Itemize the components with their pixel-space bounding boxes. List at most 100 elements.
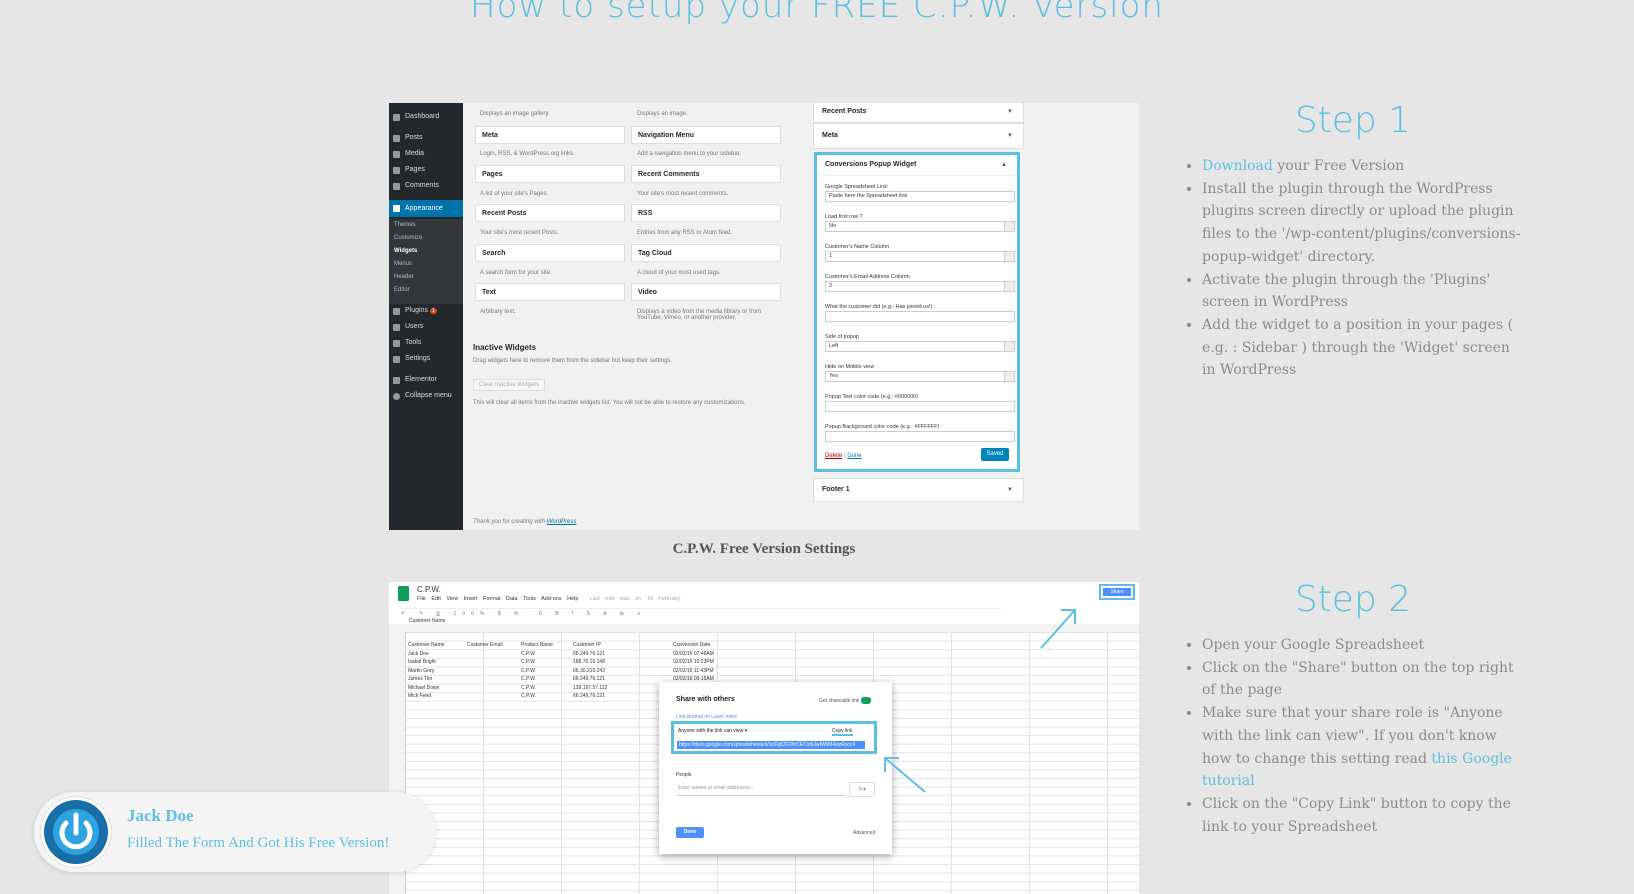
wp-menu-media: Media: [389, 147, 463, 161]
share-dialog: Share with others Get shareable link Lin…: [659, 682, 892, 854]
sheets-logo-icon: [398, 586, 409, 601]
field-label: Google Spreadsheet Link:: [825, 184, 889, 190]
widget-desc: A list of your site's Pages.: [480, 191, 549, 197]
sheet-toolbar: C.P.W. File Edit View Insert Format Data…: [389, 582, 1139, 625]
widget-video: Video: [631, 283, 781, 301]
wp-menu-dashboard: Dashboard: [389, 110, 463, 124]
header-cell: Product Name: [521, 642, 553, 648]
table-cell: Jack Doe: [408, 651, 429, 657]
download-link[interactable]: Download: [1202, 158, 1273, 174]
popup-name: Jack Doe: [127, 806, 194, 825]
widget-rss: RSS: [631, 204, 781, 222]
header-cell: Customer IP: [573, 642, 601, 648]
header-cell: Customer Email: [467, 642, 503, 648]
hide-mobile-select: Yes: [825, 371, 1015, 382]
link-box-highlight: Anyone with the link can view ▾ Copy lin…: [671, 721, 877, 754]
table-cell: Martin Grey: [408, 668, 435, 674]
wp-admin-sidebar: Dashboard Posts Media Pages Comments App…: [389, 103, 463, 530]
people-input: Enter names or email addresses...: [676, 782, 846, 796]
step-1-section: Step 1 Download your Free Version Instal…: [1183, 100, 1523, 382]
field-label: Side of popup: [825, 334, 859, 340]
table-cell: C.P.W.: [521, 693, 536, 699]
background-color-input: [825, 431, 1015, 442]
share-done-button: Done: [676, 827, 704, 838]
widget-desc: Login, RSS, & WordPress.org links.: [480, 151, 575, 157]
step-2-item: Make sure that your share role is "Anyon…: [1202, 702, 1523, 793]
table-cell: 139.197.57.112: [573, 685, 608, 691]
field-label: Load first row ?: [825, 214, 863, 220]
wp-menu-elementor: Elementor: [389, 373, 463, 387]
footer-credit: Thank you for creating with WordPress: [473, 519, 577, 525]
step-2-section: Step 2 Open your Google Spreadsheet Clic…: [1183, 579, 1523, 838]
step-2-item: Open your Google Spreadsheet: [1202, 634, 1523, 657]
header-cell: Conversion Date: [673, 642, 711, 648]
arrow-to-link-icon: [884, 757, 926, 793]
people-label: People: [676, 772, 692, 778]
widget-desc: A search form for your site.: [480, 270, 552, 276]
table-cell: C.P.W.: [521, 668, 536, 674]
wp-sub-themes: Themes: [394, 222, 416, 228]
step-2-item: Click on the "Copy Link" button to copy …: [1202, 793, 1523, 838]
page-heading: How to setup your FREE C.P.W. Version: [470, 0, 1164, 26]
name-column-select: 1: [825, 251, 1015, 262]
sheet-menu: File Edit View Insert Format Data Tools …: [417, 596, 681, 602]
table-cell: Mick Feed: [408, 693, 432, 699]
spreadsheet-screenshot: C.P.W. File Edit View Insert Format Data…: [389, 582, 1139, 894]
advanced-link: Advanced: [853, 830, 876, 836]
wp-sub-editor: Editor: [394, 287, 410, 293]
email-column-select: 2: [825, 281, 1015, 292]
step-1-title: Step 1: [1294, 100, 1412, 141]
widget-desc: Entries from any RSS or Atom feed.: [637, 230, 733, 236]
widget-recent-comments: Recent Comments: [631, 165, 781, 183]
cpw-widget-title: Conversions Popup Widget: [825, 161, 917, 168]
header-cell: Customer Name: [408, 642, 445, 648]
wp-widgets-screenshot: Dashboard Posts Media Pages Comments App…: [389, 103, 1139, 530]
share-button: Share: [1103, 588, 1131, 596]
edit-permission-icon: ✎▾: [849, 782, 875, 797]
widget-search: Search: [475, 244, 625, 262]
wp-menu-pages: Pages: [389, 163, 463, 177]
inactive-widgets-desc: Drag widgets here to remove them from th…: [473, 358, 673, 364]
sheet-doc-title: C.P.W.: [417, 585, 441, 594]
table-cell: 02/02/16 10:23PM: [673, 659, 714, 665]
wp-sub-menus: Menus: [394, 261, 413, 267]
table-cell: C.P.W.: [521, 676, 536, 682]
step-1-item: Activate the plugin through the 'Plugins…: [1202, 269, 1523, 314]
widget-desc: Add a navigation menu to your sidebar.: [637, 151, 742, 157]
clear-inactive-widgets-button: Clear Inactive Widgets: [473, 379, 546, 391]
arrow-to-share-icon: [1040, 609, 1076, 649]
step-1-item: Install the plugin through the WordPress…: [1202, 178, 1523, 269]
table-cell: Isabel Bright: [408, 659, 436, 665]
wp-menu-posts: Posts: [389, 131, 463, 145]
table-cell: 66.249.76.121: [573, 651, 605, 657]
table-cell: C.P.W.: [521, 659, 536, 665]
widget-desc: A cloud of your most used tags.: [637, 270, 721, 276]
popup-message: Filled The Form And Got His Free Version…: [127, 835, 390, 851]
share-url: https://docs.google.com/spreadsheets/d/1…: [677, 741, 865, 749]
widget-pages: Pages: [475, 165, 625, 183]
wp-sub-header: Header: [394, 274, 414, 280]
widget-recent-posts: Recent Posts: [475, 204, 625, 222]
widget-desc: Your site's most recent Posts.: [480, 230, 559, 236]
conversion-popup[interactable]: Jack Doe Filled The Form And Got His Fre…: [34, 792, 436, 872]
wp-menu-settings: Settings: [389, 352, 463, 366]
table-cell: 02/02/16 11:43PM: [673, 668, 714, 674]
field-label: What the customer did (e.g.: Has joined …: [825, 304, 936, 310]
wp-menu-appearance: Appearance: [389, 200, 463, 217]
avatar: [41, 797, 111, 867]
copy-link-button: Copy link: [832, 728, 853, 736]
inactive-widgets-title: Inactive Widgets: [473, 343, 537, 352]
text-color-input: [825, 401, 1015, 412]
footer-1-panel: Footer 1 ▼: [813, 478, 1024, 502]
field-label: Customer's Email Address Column: [825, 274, 910, 280]
popup-side-select: Left: [825, 341, 1015, 352]
field-label: Hide on Mobile view: [825, 364, 875, 370]
step-1-item: Download your Free Version: [1202, 155, 1523, 178]
table-cell: 188.76.10.148: [573, 659, 605, 665]
table-cell: James Tim: [408, 676, 433, 682]
link-sharing-note: Link sharing on Learn more: [676, 714, 737, 720]
widget-desc: Displays an image.: [637, 111, 688, 117]
widget-desc: Displays a video from the media library …: [637, 309, 762, 321]
widget-navigation-menu: Navigation Menu: [631, 126, 781, 144]
wp-sub-widgets: Widgets: [394, 248, 418, 254]
